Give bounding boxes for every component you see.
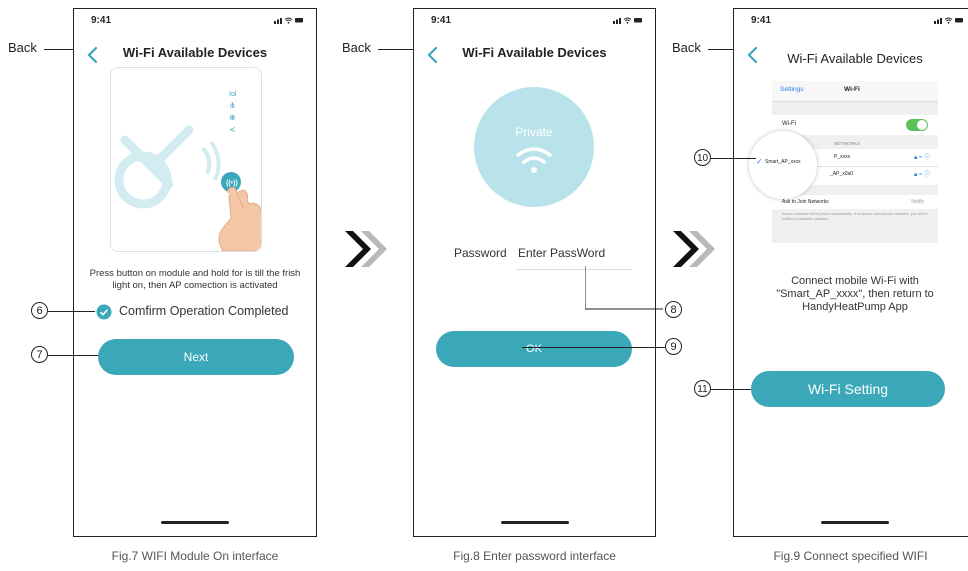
back-callout-3: Back — [672, 40, 701, 55]
wifi-icon — [516, 147, 552, 173]
next-button[interactable]: Next — [98, 339, 294, 375]
next-step-arrow-icon — [345, 231, 387, 267]
callout-10: 10 — [694, 149, 711, 166]
screen-title: Wi-Fi Available Devices — [787, 51, 923, 66]
phone-screen-wifi-module-on: 9:41 Wi-Fi Available Devices Iol ⋔ ⊕ ≺ (… — [73, 8, 317, 537]
status-time: 9:41 — [91, 15, 112, 26]
screen-title: Wi-Fi Available Devices — [122, 45, 268, 60]
figure-caption-7: Fig.7 WIFI Module On interface — [111, 549, 279, 563]
module-device-image: Iol ⋔ ⊕ ≺ ((•)) — [114, 91, 261, 251]
svg-text:⊕: ⊕ — [229, 113, 236, 122]
home-indicator — [821, 521, 889, 524]
callout-11-line — [711, 389, 751, 390]
instruction-line-1: Connect mobile Wi-Fi with — [791, 275, 919, 287]
network-row-1-icons: 🔒︎ ≈ ⓘ — [914, 155, 930, 161]
instruction-line-2: "Smart_AP_xxxx", then return to — [776, 288, 934, 300]
home-indicator — [500, 521, 569, 524]
screen-title: Wi-Fi Available Devices — [462, 45, 607, 60]
instruction-text: Press button on module and hold for is t… — [89, 268, 301, 291]
figure-caption-9: Fig.9 Connect specified WIFI — [773, 549, 928, 563]
network-row-2-icons: 🔒︎ ≈ ⓘ — [914, 172, 930, 178]
network-row-1: P_xxxx — [834, 154, 851, 160]
back-callout-2: Back — [342, 40, 371, 55]
status-time: 9:41 — [431, 15, 452, 26]
network-name: Private — [515, 125, 553, 139]
callout-7-line — [48, 355, 98, 356]
magnifier-circle: ✓ Smart_AP_xxxx — [749, 131, 817, 199]
selected-check-icon: ✓ — [756, 157, 763, 166]
wifi-setting-button[interactable]: Wi-Fi Setting — [751, 371, 945, 407]
phone-screen-connect-wifi: 9:41 Wi-Fi Available Devices Settings Wi… — [733, 8, 968, 537]
ok-button[interactable]: OK — [436, 331, 632, 367]
network-row-2: _AP_x0a0 — [830, 171, 854, 177]
svg-text:Iol: Iol — [229, 91, 237, 98]
callout-8: 8 — [665, 301, 682, 318]
status-icons — [274, 17, 303, 24]
networks-header: NETWORKS — [834, 141, 861, 146]
svg-text:⋔: ⋔ — [229, 101, 236, 110]
callout-7: 7 — [31, 346, 48, 363]
network-badge: Private — [474, 87, 594, 207]
settings-header: Wi-Fi — [844, 86, 860, 93]
callout-6-line — [48, 311, 95, 312]
figure-caption-8: Fig.8 Enter password interface — [453, 549, 616, 563]
callout-9: 9 — [665, 338, 682, 355]
password-label: Password — [454, 246, 507, 260]
magnified-network-name: Smart_AP_xxxx — [765, 159, 801, 165]
password-placeholder: Enter PassWord — [518, 246, 606, 260]
callout-11: 11 — [694, 380, 711, 397]
settings-footnote: Known networks will be joined automatica… — [782, 212, 928, 221]
confirm-checkbox-row[interactable]: Comfirm Operation Completed — [96, 303, 306, 321]
connect-instruction: Connect mobile Wi-Fi with "Smart_AP_xxxx… — [734, 275, 968, 314]
callout-6: 6 — [31, 302, 48, 319]
wifi-toggle — [906, 119, 928, 131]
home-indicator — [161, 521, 229, 524]
ask-join-row: Ask to Join Networks — [782, 199, 829, 205]
notify-value: Notify — [911, 199, 924, 205]
instruction-line-3: HandyHeatPump App — [802, 301, 908, 313]
wifi-module-illustration: Iol ⋔ ⊕ ≺ ((•)) — [110, 67, 262, 252]
svg-text:≺: ≺ — [229, 125, 236, 134]
status-icons — [613, 17, 642, 24]
status-icons — [934, 17, 963, 24]
status-time: 9:41 — [751, 15, 772, 26]
settings-back-link: Settings — [780, 86, 804, 93]
svg-text:((•)): ((•)) — [226, 180, 238, 187]
callout-9-line — [522, 347, 665, 348]
settings-wifi-row: Wi-Fi — [782, 121, 796, 127]
confirm-checkbox-label: Comfirm Operation Completed — [119, 304, 289, 318]
back-callout-1: Back — [8, 40, 37, 55]
callout-10-line — [711, 158, 756, 159]
next-step-arrow-icon-2 — [673, 231, 715, 267]
checkbox-checked-icon[interactable] — [96, 304, 112, 320]
